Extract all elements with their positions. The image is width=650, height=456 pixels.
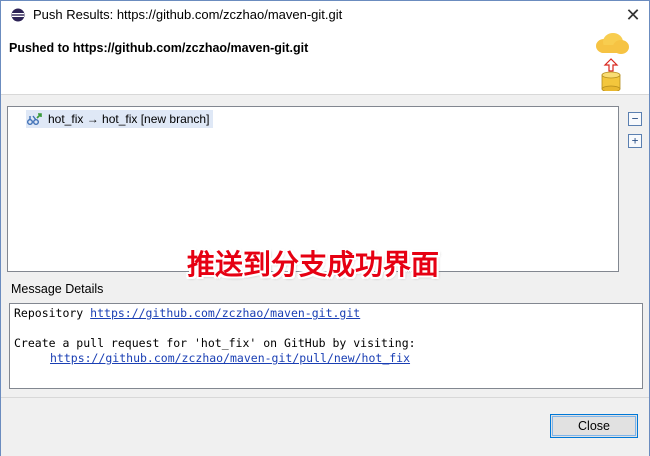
- main-area: hot_fix → hot_fix [new branch] 推送到分支成功界面…: [1, 94, 649, 397]
- pull-request-line: Create a pull request for 'hot_fix' on G…: [14, 336, 416, 350]
- message-details-text[interactable]: Repository https://github.com/zczhao/mav…: [9, 303, 643, 389]
- tree-item-hot-fix[interactable]: hot_fix → hot_fix [new branch]: [26, 110, 214, 128]
- header-title: Pushed to https://github.com/zczhao/mave…: [9, 41, 309, 55]
- tree-item-label: hot_fix → hot_fix [new branch]: [48, 112, 210, 126]
- dialog-footer: Close: [1, 397, 649, 456]
- dialog-header: Pushed to https://github.com/zczhao/mave…: [1, 29, 649, 91]
- annotation-overlay: 推送到分支成功界面: [187, 248, 440, 281]
- branch-push-icon: [27, 113, 42, 125]
- push-results-dialog: Push Results: https://github.com/zczhao/…: [0, 0, 650, 456]
- repository-prefix: Repository: [14, 306, 91, 320]
- collapse-all-button[interactable]: −: [628, 112, 642, 126]
- expand-all-button[interactable]: +: [628, 134, 642, 148]
- title-bar[interactable]: Push Results: https://github.com/zczhao/…: [1, 1, 649, 29]
- cloud-push-database-icon: [596, 33, 629, 91]
- repository-link[interactable]: https://github.com/zczhao/maven-git.git: [90, 306, 360, 320]
- close-button[interactable]: Close: [550, 414, 638, 438]
- window-close-button[interactable]: ✕: [621, 3, 645, 27]
- message-details-label: Message Details: [11, 282, 104, 296]
- eclipse-icon: [11, 8, 25, 22]
- pull-request-link[interactable]: https://github.com/zczhao/maven-git/pull…: [50, 351, 410, 365]
- window-title: Push Results: https://github.com/zczhao/…: [33, 7, 343, 22]
